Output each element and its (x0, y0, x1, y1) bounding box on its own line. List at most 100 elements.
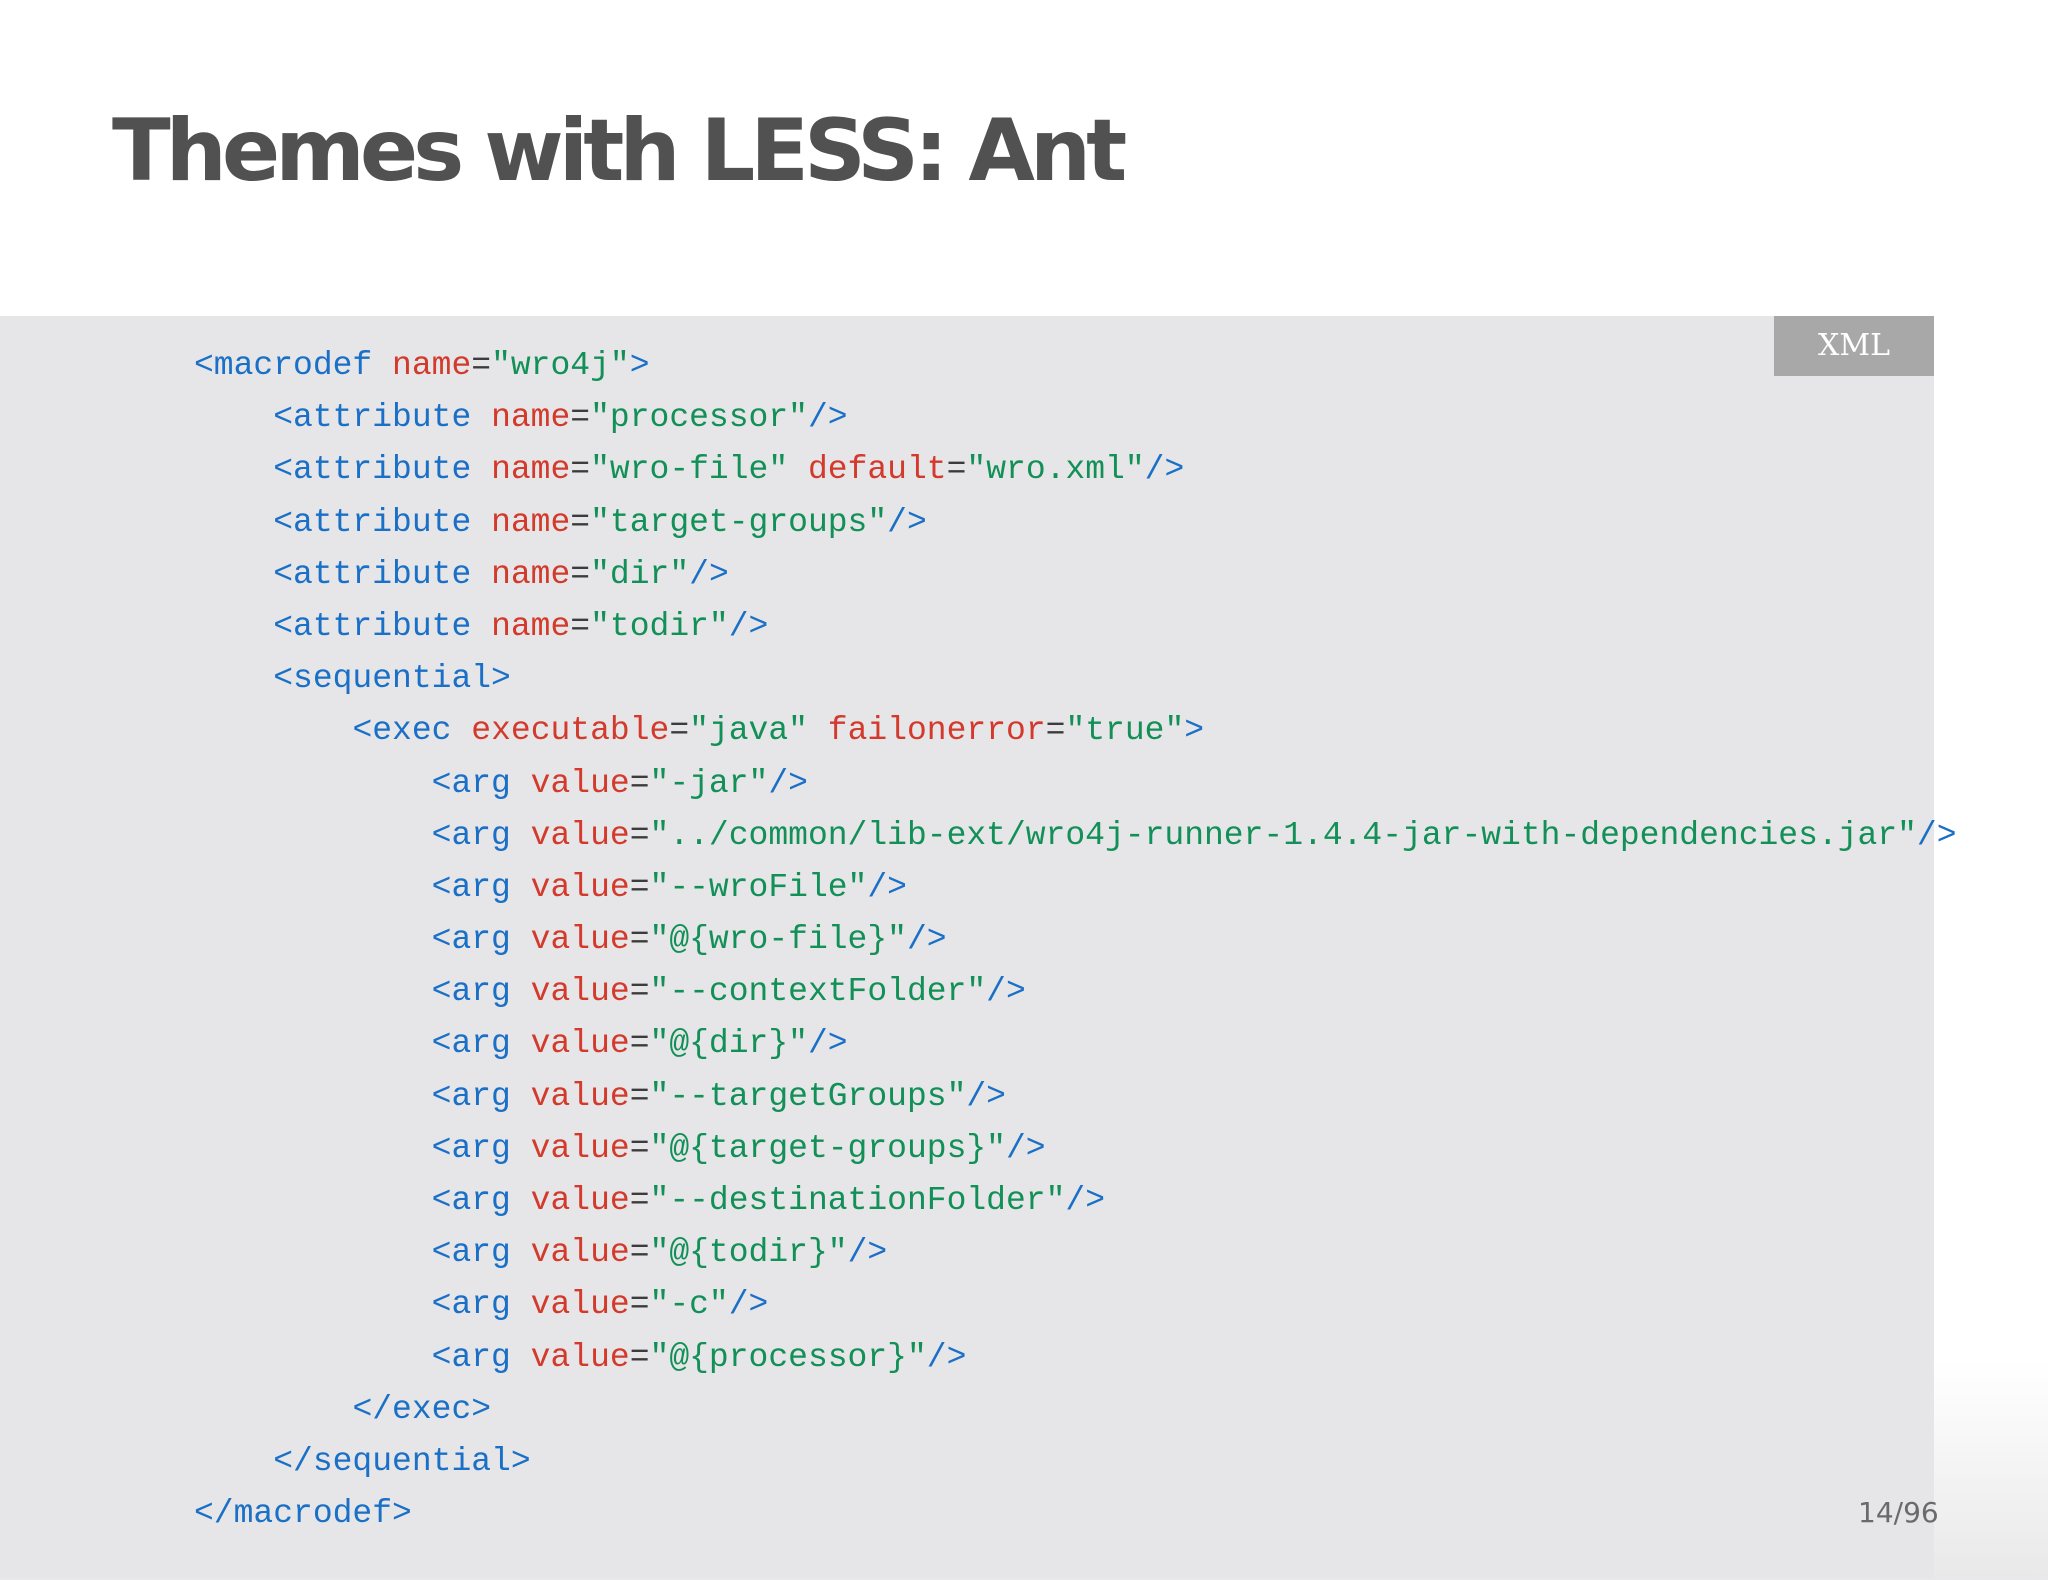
code-operator: = (471, 347, 492, 384)
code-attribute: name (491, 555, 571, 593)
code-operator: = (669, 712, 690, 750)
code-value: "@{dir}" (649, 1025, 808, 1063)
code-operator: = (629, 1182, 650, 1219)
code-tag: /> (768, 764, 808, 802)
code-value: "target-groups" (590, 503, 888, 541)
code-attribute: name (491, 451, 571, 489)
code-value: "dir" (590, 555, 690, 593)
code-tag: /> (847, 1234, 888, 1272)
code-value: "@{todir}" (649, 1234, 848, 1272)
code-tag: /> (906, 921, 947, 959)
code-tag: <attribute (273, 555, 472, 593)
code-tag: > (629, 347, 650, 384)
code-value: "todir" (590, 607, 729, 645)
code-tag: /> (966, 1077, 1006, 1115)
code-value: "wro.xml" (966, 451, 1145, 489)
code-tag: /> (1005, 1129, 1046, 1167)
code-tag: <attribute (273, 399, 472, 437)
code-attribute: value (530, 1129, 630, 1167)
code-tag: <attribute (273, 607, 472, 645)
code-value: "--destinationFolder" (649, 1182, 1066, 1219)
code-attribute: value (530, 1338, 630, 1376)
code-tag: <attribute (273, 451, 472, 489)
slide: Themes with LESS: Ant XML <macrodef name… (0, 0, 2048, 1580)
code-value: "--targetGroups" (649, 1077, 967, 1115)
code-tag: <exec (352, 712, 452, 750)
code-tag: /> (728, 1286, 769, 1324)
code-block: <macrodef name="wro4j"> <attribute name=… (194, 340, 1957, 1540)
code-attribute: name (491, 607, 571, 645)
code-line: <arg value="--targetGroups"/> (194, 1071, 1957, 1123)
code-operator: = (629, 1025, 650, 1063)
code-line: <arg value="--wroFile"/> (194, 862, 1957, 914)
code-tag: <arg (431, 816, 511, 854)
code-line: <arg value="@{target-groups}"/> (194, 1123, 1957, 1175)
code-attribute: value (530, 1077, 630, 1115)
code-tag: <arg (431, 1234, 511, 1272)
code-operator: = (570, 503, 591, 541)
code-value: "wro-file" (590, 451, 789, 489)
code-tag: <arg (431, 1025, 511, 1063)
code-tag: /> (926, 1338, 967, 1376)
code-operator: = (629, 1286, 650, 1324)
code-operator: = (629, 1234, 650, 1272)
code-operator: = (629, 868, 650, 906)
code-tag: <macrodef (194, 347, 373, 384)
code-attribute: value (530, 764, 630, 802)
code-value: "processor" (590, 399, 808, 437)
code-tag: <arg (431, 1077, 511, 1115)
code-value: "-c" (649, 1286, 729, 1324)
code-tag: <arg (431, 868, 511, 906)
code-line: <arg value="@{wro-file}"/> (194, 914, 1957, 966)
code-line: <macrodef name="wro4j"> (194, 340, 1957, 392)
code-line: <arg value="--destinationFolder"/> (194, 1175, 1957, 1227)
code-tag: /> (807, 399, 848, 437)
code-attribute: name (392, 347, 472, 384)
code-tag: /> (689, 555, 729, 593)
code-tag: </exec> (352, 1390, 492, 1428)
code-tag: <arg (431, 1182, 511, 1219)
code-value: "@{processor}" (649, 1338, 927, 1376)
code-attribute: executable (471, 712, 670, 750)
code-tag: <sequential> (273, 660, 511, 698)
code-line: </macrodef> (194, 1488, 1957, 1540)
code-tag: /> (807, 1025, 848, 1063)
code-tag: /> (1916, 816, 1957, 854)
code-tag: <arg (431, 1129, 511, 1167)
code-value: "@{wro-file}" (649, 921, 907, 959)
code-value: "@{target-groups}" (649, 1129, 1006, 1167)
code-tag: <arg (431, 1338, 511, 1376)
code-attribute: value (530, 868, 630, 906)
code-operator: = (629, 1077, 650, 1115)
code-tag: <arg (431, 764, 511, 802)
code-line: <attribute name="dir"/> (194, 549, 1957, 601)
code-line: </exec> (194, 1384, 1957, 1436)
code-value: "true" (1065, 712, 1185, 750)
code-line: <attribute name="target-groups"/> (194, 497, 1957, 549)
code-attribute: default (807, 451, 947, 489)
code-value: "java" (689, 712, 808, 750)
